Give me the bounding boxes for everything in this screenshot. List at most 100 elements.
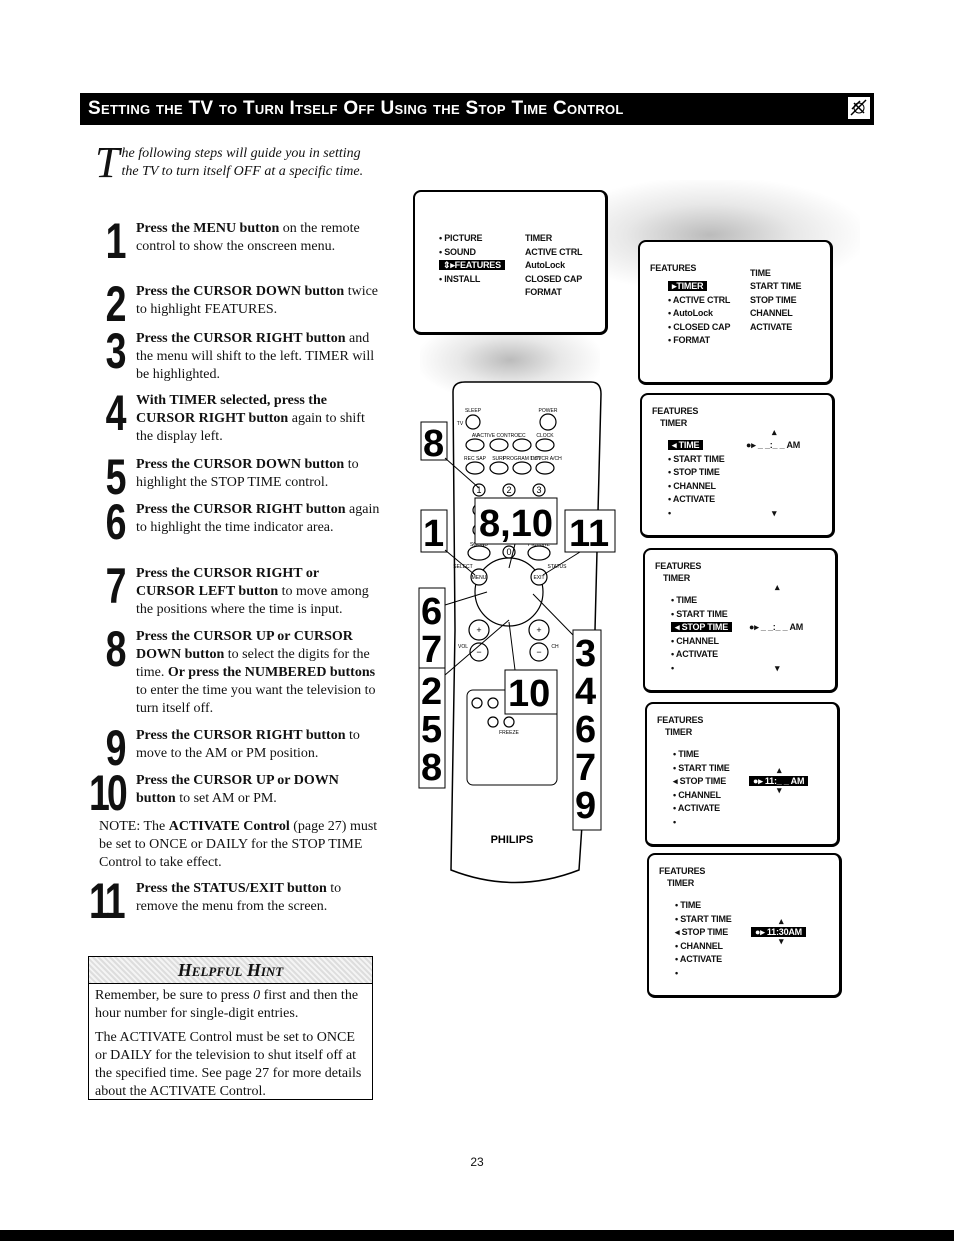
menu-item: ◂ STOP TIME xyxy=(671,622,732,632)
menu-item: • CHANNEL xyxy=(668,480,716,491)
menu-row: TIME xyxy=(750,267,771,280)
step-number: 4 xyxy=(105,385,127,441)
hint-paragraph-2: The ACTIVATE Control must be set to ONCE… xyxy=(95,1030,362,1099)
menu-row: • START TIME xyxy=(675,913,732,926)
menu-row: • STOP TIME xyxy=(668,466,720,479)
menu-screen-4: FEATURES TIMER • TIME • START TIME ◂ STOP TI… xyxy=(643,548,838,693)
up-arrow-icon: ▴ xyxy=(772,427,777,437)
callout-4: 4 xyxy=(575,671,596,713)
menu-row: ◂ STOP TIME xyxy=(671,621,732,634)
time-indicator: ●▸ _ _:_ _ AM xyxy=(746,440,801,450)
menu-row: • START TIME xyxy=(671,608,728,621)
menu-row: • AutoLock xyxy=(668,307,713,320)
note-bold: ACTIVATE Control xyxy=(168,819,290,834)
remote-label-ch: CH xyxy=(551,644,559,650)
menu-row: • ACTIVATE xyxy=(671,648,718,661)
menu-item: • xyxy=(673,816,676,827)
step-9: 9 Press the CURSOR RIGHT button to move t… xyxy=(96,723,381,773)
menu-item: • TIME xyxy=(675,900,701,910)
menu-row: • TIME xyxy=(675,899,701,912)
menu-row: • START TIME xyxy=(673,762,730,775)
menu-subheader: TIMER xyxy=(660,418,687,428)
menu-screen-3: FEATURES TIMER ◂ TIME • START TIME • STOP TI… xyxy=(640,393,835,538)
menu-row: ⇕▸FEATURES xyxy=(439,259,505,272)
menu-subheader: TIMER xyxy=(665,727,692,737)
step-text-segment: Press the CURSOR DOWN button xyxy=(136,284,345,299)
callout-2-5-8: 5 xyxy=(421,709,442,751)
menu-row: ACTIVE CTRL xyxy=(525,246,583,259)
down-arrow-icon: ▾ xyxy=(777,785,782,795)
step-text: Press the MENU button on the remote cont… xyxy=(136,220,381,256)
menu-row: • TIME xyxy=(673,748,699,761)
remote-label-menu: MENU xyxy=(472,575,487,581)
menu-item: • xyxy=(671,662,674,673)
time-indicator: ●▸ _ _:_ _ AM xyxy=(749,622,804,632)
menu-row: ●▸ _ _:_ _ AM xyxy=(746,439,800,452)
step-text-segment: to enter the time you want the televisio… xyxy=(136,683,376,716)
remote-label-sleep: SLEEP xyxy=(465,408,482,414)
hint-title: Helpful Hint xyxy=(89,957,372,984)
menu-row: • xyxy=(671,662,674,675)
menu-row: • SOUND xyxy=(439,246,476,259)
step-number: 10 xyxy=(89,765,128,821)
page-number: 23 xyxy=(470,1155,484,1169)
section-title-banner: Setting the TV to Turn Itself Off Using … xyxy=(80,93,874,125)
vol-plus: + xyxy=(476,625,481,635)
menu-row: TIMER xyxy=(665,726,692,739)
menu-item: • CLOSED CAP xyxy=(668,321,731,332)
step-10: 10 Press the CURSOR UP or DOWN button to … xyxy=(89,768,381,818)
remote-label-active-control: ACTIVE CONTROL xyxy=(477,433,521,439)
menu-header: FEATURES xyxy=(650,263,697,273)
step-text: Press the STATUS/EXIT button to remove t… xyxy=(136,880,381,916)
menu-row: • PICTURE xyxy=(439,232,483,245)
menu-screen-6: FEATURES TIMER • TIME • START TIME ◂ STOP TI… xyxy=(647,853,842,998)
menu-row: START TIME xyxy=(750,280,802,293)
menu-row: • TIME xyxy=(671,594,697,607)
submenu-item: TIME xyxy=(750,267,771,278)
hint-text: Remember, be sure to press xyxy=(95,988,254,1003)
menu-row: ◂ TIME xyxy=(668,439,704,452)
step-text: Press the CURSOR RIGHT or CURSOR LEFT bu… xyxy=(136,565,381,619)
step-text-segment: to set AM or PM. xyxy=(175,791,277,806)
step-8: 8 Press the CURSOR UP or CURSOR DOWN butt… xyxy=(96,624,381,718)
submenu-item: ACTIVATE xyxy=(750,321,793,332)
down-arrow-icon: ▾ xyxy=(779,936,784,946)
step-text-segment: Press the CURSOR RIGHT button xyxy=(136,502,346,517)
step-7: 7 Press the CURSOR RIGHT or CURSOR LEFT b… xyxy=(96,561,381,619)
step-number: 7 xyxy=(105,558,127,614)
step-4: 4 With TIMER selected, press the CURSOR R… xyxy=(96,388,381,446)
callout-11: 11 xyxy=(569,513,609,555)
menu-row: TIMER xyxy=(660,417,687,430)
note-prefix: NOTE: The xyxy=(99,819,169,834)
up-arrow-icon: ▴ xyxy=(775,582,780,592)
button-2: 2 xyxy=(506,485,511,495)
callout-7: 7 xyxy=(575,747,596,789)
menu-item: • AutoLock xyxy=(668,308,713,318)
remote-control-illustration: SLEEP POWER TV AV ACTIVE CONTROL CC CLOC… xyxy=(405,330,635,905)
intro-text: he following steps will guide you in set… xyxy=(121,146,364,179)
menu-row: TIMER xyxy=(525,232,552,245)
menu-row: • ACTIVATE xyxy=(675,953,722,966)
menu-row: CLOSED CAP xyxy=(525,273,582,286)
up-arrow-icon: ▴ xyxy=(779,916,784,926)
menu-screen-2: FEATURES ▸TIMER • ACTIVE CTRL • AutoLock • C… xyxy=(638,240,833,385)
menu-row: ACTIVATE xyxy=(750,321,792,334)
menu-item: • ACTIVATE xyxy=(675,954,722,964)
section-title: Setting the TV to Turn Itself Off Using … xyxy=(88,98,624,119)
menu-row: • START TIME xyxy=(668,453,725,466)
menu-item: • ACTIVATE xyxy=(673,803,720,813)
step-5: 5 Press the CURSOR DOWN button to highlig… xyxy=(96,452,381,502)
menu-row: • ACTIVATE xyxy=(673,802,720,815)
menu-row: • xyxy=(673,816,676,829)
menu-row: • CHANNEL xyxy=(675,940,723,953)
menu-item: • START TIME xyxy=(668,453,725,464)
ch-minus: − xyxy=(536,647,541,657)
menu-item: • FORMAT xyxy=(668,335,710,345)
menu-item: • ACTIVATE xyxy=(668,494,715,504)
menu-screen-5: FEATURES TIMER • TIME • START TIME ◂ STOP TI… xyxy=(645,702,840,847)
menu-item: • INSTALL xyxy=(439,273,481,284)
menu-row: • CHANNEL xyxy=(673,789,721,802)
callout-6: 6 xyxy=(575,709,596,751)
step-number: 1 xyxy=(105,213,127,269)
remote-label-power: POWER xyxy=(539,408,558,414)
